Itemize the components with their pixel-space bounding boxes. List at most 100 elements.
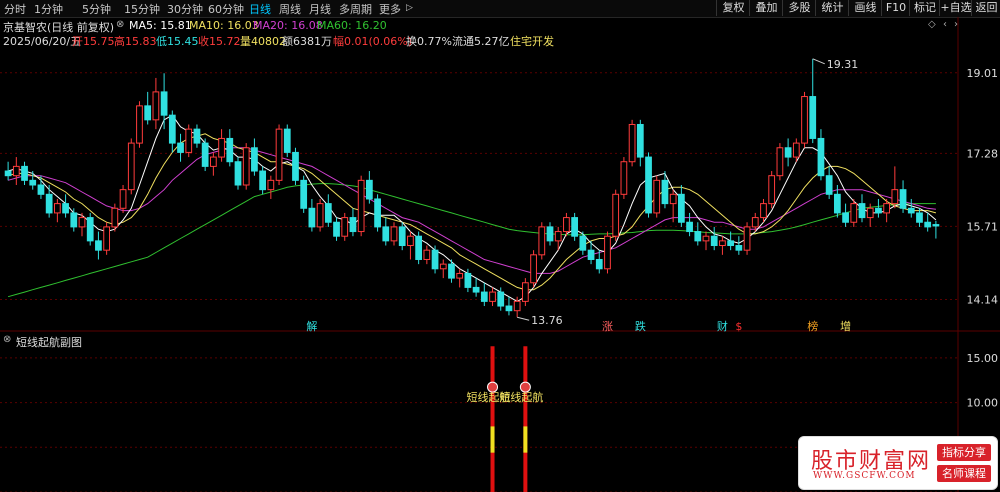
candle-body: [341, 217, 349, 237]
candle-body: [677, 193, 685, 223]
candle: [4, 161, 12, 181]
candle-body: [70, 212, 78, 228]
candle: [177, 133, 184, 162]
price-tick-1: 17.28: [967, 147, 999, 160]
quote-low: 低15.45: [156, 35, 199, 48]
candle-body: [694, 231, 702, 242]
candle-body: [333, 221, 340, 237]
candle: [571, 212, 579, 241]
candle-body: [587, 249, 595, 260]
candle-body: [538, 226, 546, 256]
candle-body: [916, 212, 923, 223]
candle-body: [719, 240, 726, 247]
candle: [415, 231, 423, 265]
candle: [316, 198, 324, 232]
candle-body: [398, 226, 406, 247]
candle-body: [136, 105, 143, 144]
candle-body: [415, 235, 423, 260]
candle: [365, 171, 373, 204]
candle-body: [448, 263, 455, 279]
candle: [21, 161, 28, 185]
candle-body: [152, 91, 160, 121]
candle: [809, 58, 817, 144]
candle: [127, 138, 135, 195]
candle-body: [324, 203, 332, 223]
candle-body: [29, 179, 37, 186]
candle: [226, 129, 234, 167]
candle: [907, 198, 915, 218]
candle: [686, 212, 693, 237]
candle: [538, 222, 546, 260]
candle-body: [267, 179, 275, 191]
candle-body: [875, 207, 882, 214]
candle: [801, 91, 808, 148]
candle-body: [407, 235, 414, 247]
candle: [817, 129, 825, 181]
sub-tick-1: 10.00: [967, 397, 999, 410]
candle: [53, 198, 61, 223]
quote-open: 开15.75: [72, 35, 115, 48]
candle: [645, 152, 652, 218]
candle-body: [431, 249, 439, 270]
price-tick-0: 19.01: [967, 67, 999, 80]
candle-body: [62, 203, 69, 214]
candle: [242, 143, 250, 190]
candle-body: [168, 114, 176, 144]
candle: [612, 189, 620, 241]
chevron-right-icon[interactable]: ›: [954, 19, 958, 30]
candle-body: [792, 142, 800, 158]
event-tag-4: $: [735, 320, 742, 333]
ma-settings-icon[interactable]: ⊗: [116, 19, 124, 30]
candle: [932, 220, 940, 239]
candle: [152, 77, 160, 130]
candle-body: [669, 193, 677, 205]
candle-body: [727, 240, 735, 247]
candle-body: [579, 235, 587, 251]
diamond-icon[interactable]: ◇: [928, 19, 936, 30]
candle: [735, 236, 743, 255]
candle: [209, 152, 217, 176]
candle-body: [53, 203, 61, 214]
event-tag-0: 解: [306, 319, 317, 333]
low-pointer: [517, 316, 530, 321]
candle: [595, 250, 603, 274]
candle-body: [464, 272, 472, 288]
candle-body: [760, 203, 767, 219]
candle-body: [226, 137, 234, 163]
candles: [4, 58, 940, 318]
quote-amount: 额6381万: [282, 35, 332, 48]
subchart-settings-icon[interactable]: ⊗: [3, 334, 11, 345]
watermark-url: WWW.GSCFW.COM: [813, 471, 916, 481]
candle: [407, 231, 414, 260]
candle: [702, 231, 710, 251]
candle: [45, 185, 53, 218]
candle-body: [374, 198, 381, 228]
candle-body: [645, 156, 652, 214]
candle-body: [86, 217, 94, 242]
candle-body: [866, 207, 874, 219]
candle-body: [924, 221, 932, 228]
quote-turnover: 换0.77%: [406, 35, 452, 48]
candle-body: [242, 147, 250, 186]
candle: [136, 101, 143, 148]
candle: [374, 194, 381, 232]
quote-sector[interactable]: 住宅开发: [510, 33, 554, 49]
candle: [620, 157, 628, 199]
candle-body: [292, 151, 299, 181]
candle-body: [686, 221, 693, 233]
candle: [719, 236, 726, 255]
candle-body: [497, 291, 505, 307]
watermark-logo: 股市财富网 WWW.GSCFW.COM 指标分享 名师课程: [798, 436, 998, 490]
candle: [62, 194, 69, 218]
candle: [218, 129, 225, 162]
ma60-line: [7, 183, 936, 298]
quote-date: 2025/06/20/五: [3, 35, 82, 48]
candle-body: [784, 147, 792, 158]
candle: [530, 250, 537, 288]
candle: [234, 157, 242, 190]
chevron-left-icon[interactable]: ‹: [943, 19, 947, 30]
ma60-label: MA60: 16.20: [317, 19, 387, 32]
candle: [423, 245, 431, 265]
candle: [653, 175, 661, 218]
candle-body: [119, 189, 127, 209]
